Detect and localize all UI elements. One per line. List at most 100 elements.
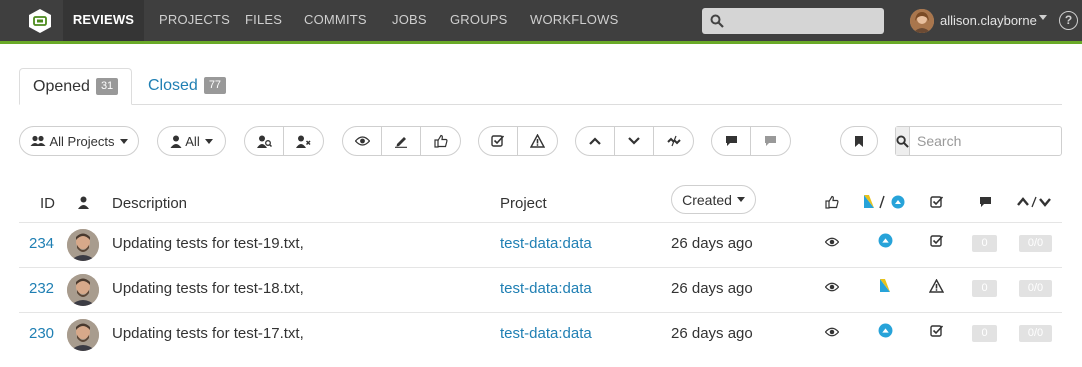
author-avatar[interactable] bbox=[67, 319, 99, 351]
nav-projects[interactable]: PROJECTS bbox=[159, 0, 230, 41]
nav-files[interactable]: FILES bbox=[245, 0, 282, 41]
row-divider bbox=[19, 312, 1062, 313]
chevron-down-icon bbox=[628, 137, 640, 145]
author-column-user-icon bbox=[78, 196, 89, 209]
review-description[interactable]: Updating tests for test-19.txt, bbox=[112, 235, 304, 252]
tab-opened-label: Opened bbox=[33, 78, 90, 95]
sort-created-dropdown[interactable]: Created bbox=[671, 185, 756, 214]
tab-closed-label: Closed bbox=[148, 77, 198, 94]
vote-count-badge: 0/0 bbox=[1019, 235, 1052, 252]
author-photo-icon bbox=[67, 229, 99, 261]
comment-empty-icon bbox=[765, 136, 776, 146]
warning-icon bbox=[530, 134, 545, 148]
review-state-group bbox=[342, 126, 461, 156]
header-tests-check-icon bbox=[930, 196, 944, 208]
bookmark-button[interactable] bbox=[840, 126, 878, 156]
chevron-down-icon bbox=[119, 138, 128, 144]
top-navbar: REVIEWS PROJECTS FILES COMMITS JOBS GROU… bbox=[0, 0, 1082, 44]
checkbox-check-icon bbox=[491, 135, 505, 147]
all-projects-dropdown[interactable]: All Projects bbox=[19, 126, 139, 156]
user-avatar[interactable] bbox=[910, 9, 934, 33]
user-photo-icon bbox=[910, 9, 934, 33]
nav-groups[interactable]: GROUPS bbox=[450, 0, 508, 41]
tab-closed[interactable]: Closed 77 bbox=[135, 68, 239, 105]
voted-mixed-button[interactable] bbox=[654, 127, 693, 155]
nav-jobs[interactable]: JOBS bbox=[392, 0, 427, 41]
review-description[interactable]: Updating tests for test-17.txt, bbox=[112, 325, 304, 342]
header-review-state-icon bbox=[864, 195, 905, 209]
thumbs-up-icon bbox=[433, 134, 448, 148]
voted-down-button[interactable] bbox=[615, 127, 654, 155]
all-users-dropdown[interactable]: All bbox=[157, 126, 226, 156]
tests-pass-icon bbox=[930, 235, 944, 247]
nav-reviews[interactable]: REVIEWS bbox=[63, 0, 144, 44]
header-comments-icon bbox=[980, 197, 991, 207]
search-input[interactable] bbox=[910, 127, 1082, 155]
help-icon[interactable]: ? bbox=[1059, 11, 1078, 30]
tests-pass-button[interactable] bbox=[479, 127, 518, 155]
bookmark-icon bbox=[855, 135, 863, 147]
author-filter-group bbox=[244, 126, 324, 156]
nav-commits[interactable]: COMMITS bbox=[304, 0, 367, 41]
has-comments-button[interactable] bbox=[712, 127, 751, 155]
search-addon bbox=[896, 127, 910, 155]
header-description: Description bbox=[112, 195, 188, 212]
header-votes-icon bbox=[1017, 196, 1051, 208]
comments-filter-group bbox=[711, 126, 791, 156]
user-icon bbox=[170, 135, 182, 148]
user-search-icon bbox=[256, 135, 272, 148]
user-name[interactable]: allison.clayborne bbox=[940, 13, 1037, 28]
tests-fail-button[interactable] bbox=[518, 127, 557, 155]
eye-icon bbox=[825, 327, 839, 337]
global-search-input[interactable] bbox=[702, 8, 884, 34]
needs-revision-button[interactable] bbox=[382, 127, 421, 155]
author-photo-icon bbox=[67, 274, 99, 306]
eye-icon bbox=[825, 237, 839, 247]
chevron-down-icon bbox=[204, 138, 213, 144]
review-id-link[interactable]: 234 bbox=[29, 235, 54, 252]
comment-count-badge: 0 bbox=[972, 280, 997, 297]
tab-opened[interactable]: Opened 31 bbox=[19, 68, 133, 105]
header-approval-thumbs-up-icon bbox=[825, 195, 839, 209]
not-authored-by-me-button[interactable] bbox=[284, 127, 323, 155]
review-description[interactable]: Updating tests for test-18.txt, bbox=[112, 280, 304, 297]
authored-by-me-button[interactable] bbox=[245, 127, 284, 155]
review-project-link[interactable]: test-data:data bbox=[500, 235, 592, 252]
author-avatar[interactable] bbox=[67, 274, 99, 306]
header-id: ID bbox=[40, 195, 55, 212]
tab-closed-count: 77 bbox=[203, 77, 227, 94]
header-project: Project bbox=[500, 195, 547, 212]
review-project-link[interactable]: test-data:data bbox=[500, 325, 592, 342]
status-pending-icon bbox=[880, 279, 890, 292]
voted-up-button[interactable] bbox=[576, 127, 615, 155]
users-icon bbox=[30, 135, 46, 146]
eye-icon bbox=[825, 282, 839, 292]
row-divider bbox=[19, 267, 1062, 268]
up-down-icon bbox=[666, 135, 681, 147]
tests-pass-icon bbox=[930, 325, 944, 337]
no-comments-button[interactable] bbox=[751, 127, 790, 155]
nav-workflows[interactable]: WORKFLOWS bbox=[530, 0, 618, 41]
review-created: 26 days ago bbox=[671, 325, 753, 342]
search-icon bbox=[710, 14, 724, 28]
needs-review-button[interactable] bbox=[343, 127, 382, 155]
review-id-link[interactable]: 230 bbox=[29, 325, 54, 342]
pencil-icon bbox=[395, 137, 407, 148]
all-projects-label: All Projects bbox=[49, 133, 115, 149]
eye-icon bbox=[354, 136, 370, 146]
test-status-group bbox=[478, 126, 558, 156]
user-remove-icon bbox=[296, 135, 311, 148]
author-avatar[interactable] bbox=[67, 229, 99, 261]
status-approved-icon bbox=[878, 323, 893, 338]
sort-created-label: Created bbox=[682, 191, 732, 208]
all-users-label: All bbox=[185, 133, 200, 149]
tab-opened-count: 31 bbox=[95, 78, 119, 95]
comment-icon bbox=[725, 136, 737, 146]
user-menu-caret-icon[interactable] bbox=[1039, 15, 1047, 20]
review-project-link[interactable]: test-data:data bbox=[500, 280, 592, 297]
review-id-link[interactable]: 232 bbox=[29, 280, 54, 297]
approved-button[interactable] bbox=[421, 127, 460, 155]
row-divider bbox=[19, 222, 1062, 223]
reviews-search bbox=[895, 126, 1082, 156]
swarm-logo-icon[interactable] bbox=[28, 8, 52, 34]
